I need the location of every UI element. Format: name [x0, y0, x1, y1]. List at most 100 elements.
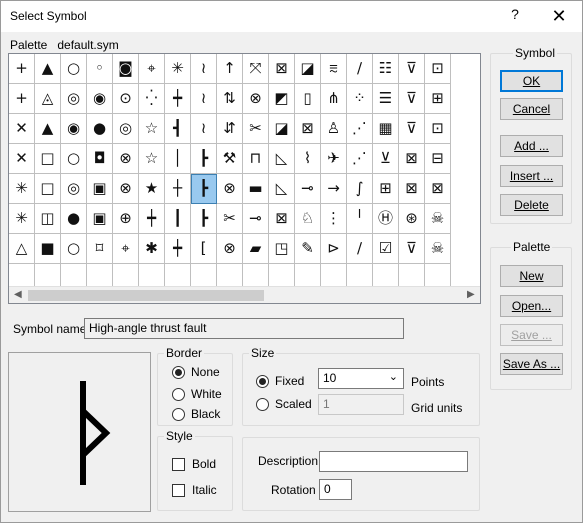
symbol-cell[interactable]: ⊠	[269, 54, 295, 84]
symbol-cell[interactable]: ◉	[61, 114, 87, 144]
symbol-cell[interactable]: ☆	[139, 114, 165, 144]
symbol-cell[interactable]: ┼	[165, 174, 191, 204]
symbol-cell[interactable]: ⊽	[399, 84, 425, 114]
symbol-cell[interactable]: ♘	[295, 204, 321, 234]
symbol-cell[interactable]: ▣	[87, 204, 113, 234]
symbol-cell[interactable]: □	[35, 174, 61, 204]
symbol-cell[interactable]: ⌑	[87, 234, 113, 264]
help-button[interactable]: ?	[506, 6, 524, 22]
symbol-cell[interactable]: ⊡	[425, 54, 451, 84]
symbol-cell[interactable]: ⊠	[269, 204, 295, 234]
horizontal-scrollbar[interactable]: ◀ ▶	[9, 286, 480, 303]
symbol-cell[interactable]: ≀	[191, 54, 217, 84]
symbol-cell[interactable]: ◺	[269, 174, 295, 204]
symbol-cell[interactable]: ◦	[87, 54, 113, 84]
symbol-cell[interactable]: ✕	[9, 144, 35, 174]
symbol-grid[interactable]: + ▲ ○ ◦ ◙ ⌖ ✳ ≀ ↑ ⤧ ⊠ ◪ ⩳ ∕ ☷ ⊽ ⊡ + ◬ ◎ ◉ ⊙ ⁛ ┿ ≀ ⇅ ⊗ ◩ ▯ ⋔ ⁘ ☰ ⊽ ⊞ ✕ ▲ ◉ ● ◎ ☆…	[8, 53, 481, 304]
symbol-cell[interactable]: △	[9, 234, 35, 264]
symbol-cell[interactable]: ⌖	[113, 234, 139, 264]
symbol-cell[interactable]: ⤧	[243, 54, 269, 84]
symbol-cell[interactable]: ◙	[113, 54, 139, 84]
symbol-cell[interactable]: ✂	[243, 114, 269, 144]
symbol-cell[interactable]: ★	[139, 174, 165, 204]
scroll-thumb[interactable]	[28, 290, 264, 301]
symbol-cell[interactable]: ┣	[191, 204, 217, 234]
symbol-cell[interactable]: ●	[87, 114, 113, 144]
symbol-cell[interactable]: ⌖	[139, 54, 165, 84]
symbol-cell[interactable]: ⇵	[217, 114, 243, 144]
symbol-cell[interactable]: +	[9, 54, 35, 84]
symbol-cell[interactable]: ≀	[191, 114, 217, 144]
symbol-cell[interactable]: ⩳	[321, 54, 347, 84]
symbol-cell[interactable]: ▦	[373, 114, 399, 144]
symbol-cell[interactable]: ≀	[191, 84, 217, 114]
symbol-cell[interactable]: ▰	[243, 234, 269, 264]
symbol-cell[interactable]: ┣	[191, 174, 217, 204]
symbol-cell[interactable]: ┃	[165, 204, 191, 234]
scaled-size-field[interactable]: 1	[318, 394, 404, 415]
insert-button[interactable]: Insert ...	[500, 165, 563, 187]
symbol-cell[interactable]: Ⓗ	[373, 204, 399, 234]
symbol-cell[interactable]: ✱	[139, 234, 165, 264]
symbol-cell[interactable]: ⊸	[243, 204, 269, 234]
symbol-cell[interactable]: ⋰	[347, 144, 373, 174]
symbol-cell[interactable]: ┿	[165, 234, 191, 264]
symbol-cell[interactable]: ┿	[165, 84, 191, 114]
symbol-cell[interactable]: ☰	[373, 84, 399, 114]
close-button[interactable]: ✕	[544, 3, 574, 29]
size-fixed-radio[interactable]: Fixed	[256, 374, 304, 388]
new-button[interactable]: New	[500, 265, 563, 287]
symbol-cell[interactable]: ⊕	[113, 204, 139, 234]
symbol-cell[interactable]: ⊽	[399, 54, 425, 84]
symbol-cell[interactable]: ○	[61, 144, 87, 174]
bold-checkbox[interactable]: Bold	[172, 457, 216, 471]
symbol-cell[interactable]: ⊗	[217, 174, 243, 204]
symbol-cell[interactable]: ⇅	[217, 84, 243, 114]
symbol-cell[interactable]: ⁛	[139, 84, 165, 114]
symbol-cell[interactable]: ○	[61, 234, 87, 264]
symbol-cell[interactable]: ⚒	[217, 144, 243, 174]
symbol-cell[interactable]: ⋰	[347, 114, 373, 144]
symbol-cell[interactable]: ◺	[269, 144, 295, 174]
symbol-cell[interactable]: ◪	[269, 114, 295, 144]
border-black-radio[interactable]: Black	[172, 407, 220, 421]
symbol-cell[interactable]: ✳	[9, 174, 35, 204]
symbol-cell[interactable]: ☷	[373, 54, 399, 84]
symbol-cell[interactable]: ⋮	[321, 204, 347, 234]
symbol-cell[interactable]: ☠	[425, 234, 451, 264]
symbol-cell[interactable]: ⊗	[243, 84, 269, 114]
size-scaled-radio[interactable]: Scaled	[256, 397, 312, 411]
symbol-cell[interactable]: ∕	[347, 54, 373, 84]
symbol-cell[interactable]: ▲	[35, 114, 61, 144]
symbol-cell[interactable]: ⊳	[321, 234, 347, 264]
symbol-cell[interactable]: ⋔	[321, 84, 347, 114]
symbol-cell[interactable]: [	[191, 234, 217, 264]
symbol-cell[interactable]: ▲	[35, 54, 61, 84]
cancel-button[interactable]: Cancel	[500, 98, 563, 120]
symbol-cell[interactable]: ⊠	[399, 174, 425, 204]
symbol-cell[interactable]: ✈	[321, 144, 347, 174]
symbol-cell[interactable]: ▯	[295, 84, 321, 114]
symbol-cell[interactable]: ◎	[113, 114, 139, 144]
symbol-cell[interactable]: □	[35, 144, 61, 174]
fixed-size-select[interactable]: 10 ⌄	[318, 368, 404, 389]
delete-button[interactable]: Delete	[500, 194, 563, 216]
symbol-cell[interactable]: ✂	[217, 204, 243, 234]
scroll-right-icon[interactable]: ▶	[467, 289, 475, 300]
symbol-cell[interactable]: ⊽	[399, 234, 425, 264]
symbol-cell[interactable]: ┿	[139, 204, 165, 234]
symbol-cell[interactable]: ⌇	[295, 144, 321, 174]
symbol-cell[interactable]: ◪	[295, 54, 321, 84]
symbol-cell[interactable]: ⊓	[243, 144, 269, 174]
symbol-cell[interactable]: ✳	[165, 54, 191, 84]
symbol-cell[interactable]: ╵	[347, 204, 373, 234]
scroll-left-icon[interactable]: ◀	[14, 289, 22, 300]
save-as-button[interactable]: Save As ...	[500, 353, 563, 375]
symbol-cell[interactable]: →	[321, 174, 347, 204]
symbol-cell[interactable]: ◫	[35, 204, 61, 234]
symbol-cell[interactable]: ◉	[87, 84, 113, 114]
border-white-radio[interactable]: White	[172, 387, 222, 401]
symbol-cell[interactable]: ◩	[269, 84, 295, 114]
symbol-cell[interactable]: ⊗	[113, 174, 139, 204]
symbol-cell[interactable]: ↑	[217, 54, 243, 84]
